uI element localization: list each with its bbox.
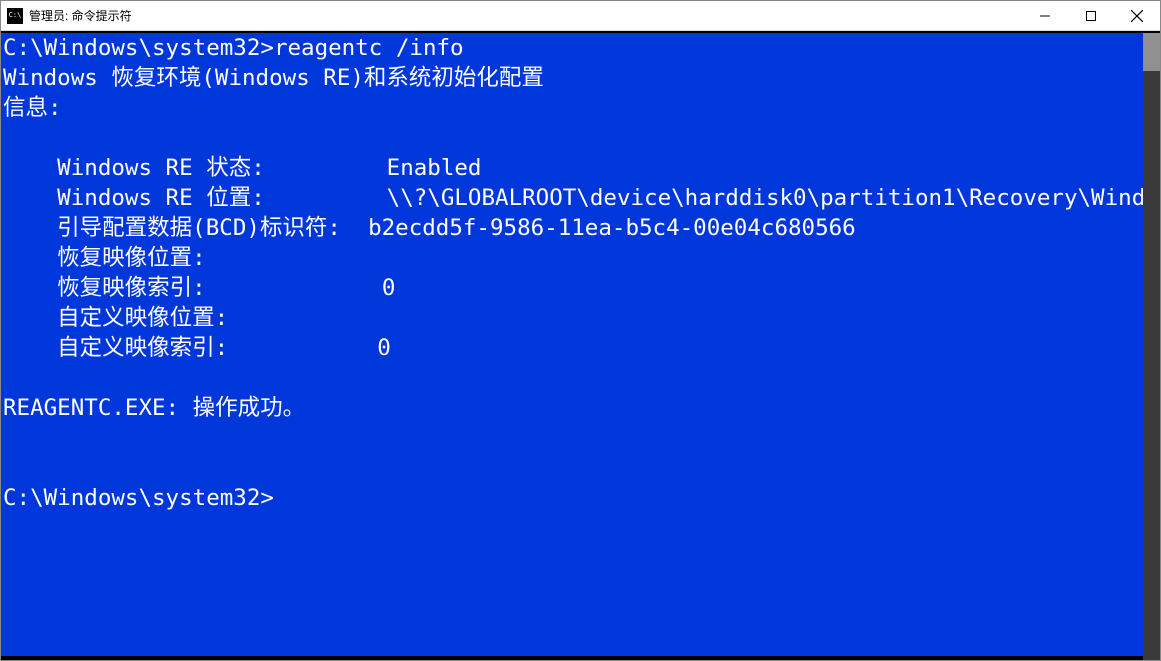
output-header: Windows 恢复环境(Windows RE)和系统初始化配置	[3, 65, 544, 91]
terminal[interactable]: C:\Windows\system32>reagentc /info Windo…	[1, 31, 1160, 660]
cmd-icon-glyph: C:\	[9, 12, 22, 19]
field-label: Windows RE 状态:	[3, 155, 387, 181]
field-value: b2ecdd5f-9586-11ea-b5c4-00e04c680566	[368, 215, 856, 241]
field-label: 自定义映像位置:	[3, 305, 228, 331]
field-value: Enabled	[387, 155, 482, 181]
field-label: 恢复映像位置:	[3, 245, 206, 271]
terminal-content: C:\Windows\system32>reagentc /info Windo…	[1, 33, 1160, 513]
field-label: 引导配置数据(BCD)标识符:	[3, 215, 368, 241]
scrollbar-thumb[interactable]	[1143, 33, 1160, 71]
field-value: \\?\GLOBALROOT\device\harddisk0\partitio…	[387, 185, 1160, 211]
field-label: Windows RE 位置:	[3, 185, 387, 211]
field-label: 恢复映像索引:	[3, 275, 382, 301]
cmd-icon: C:\	[7, 8, 23, 24]
terminal-bottom-border	[1, 656, 1143, 660]
vertical-scrollbar[interactable]	[1143, 33, 1160, 660]
output-info-label: 信息:	[3, 95, 62, 121]
field-value: 0	[382, 275, 396, 301]
terminal-area: C:\Windows\system32>reagentc /info Windo…	[1, 31, 1160, 660]
result-line: REAGENTC.EXE: 操作成功。	[3, 395, 305, 421]
close-button[interactable]	[1114, 1, 1160, 30]
window-titlebar: C:\ 管理员: 命令提示符	[1, 1, 1160, 31]
maximize-button[interactable]	[1068, 1, 1114, 30]
window-title: 管理员: 命令提示符	[29, 7, 1022, 24]
prompt: C:\Windows\system32>	[3, 35, 274, 61]
minimize-button[interactable]	[1022, 1, 1068, 30]
prompt: C:\Windows\system32>	[3, 485, 274, 511]
command-text: reagentc /info	[274, 35, 464, 61]
field-label: 自定义映像索引:	[3, 335, 377, 361]
window-controls	[1022, 1, 1160, 30]
field-value: 0	[377, 335, 391, 361]
